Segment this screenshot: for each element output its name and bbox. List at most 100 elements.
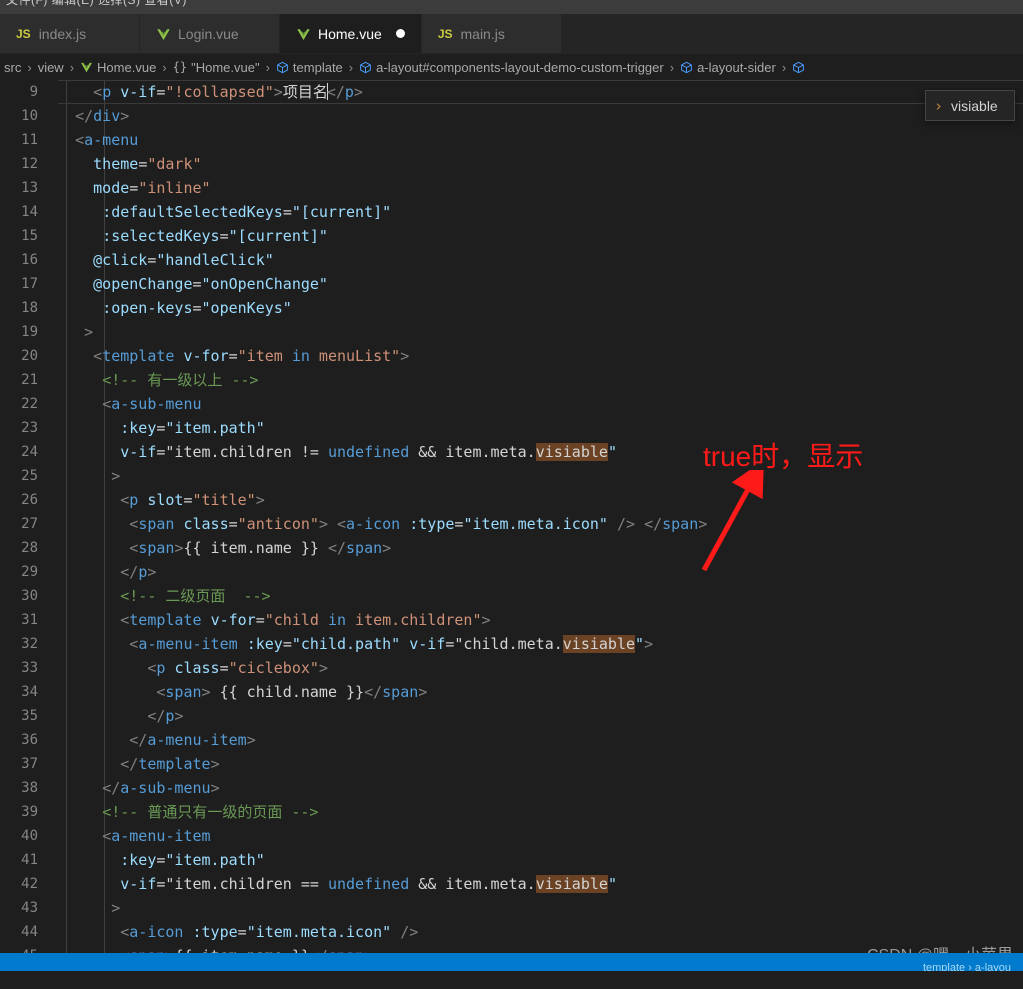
code-text[interactable]: </div> [48, 104, 1023, 128]
code-line[interactable]: 23 :key="item.path" [0, 416, 1023, 440]
code-text[interactable]: v-if="item.children != undefined && item… [48, 440, 1023, 464]
breadcrumb-item-label: a-layout-sider [697, 59, 776, 75]
code-text[interactable]: > [48, 320, 1023, 344]
code-line[interactable]: 14 :defaultSelectedKeys="[current]" [0, 200, 1023, 224]
code-text[interactable]: </a-menu-item> [48, 728, 1023, 752]
code-text[interactable]: <p class="ciclebox"> [48, 656, 1023, 680]
code-text[interactable]: v-if="item.children == undefined && item… [48, 872, 1023, 896]
code-text[interactable]: > [48, 896, 1023, 920]
code-line[interactable]: 13 mode="inline" [0, 176, 1023, 200]
breadcrumb-item-more[interactable] [790, 61, 807, 74]
line-number: 20 [21, 348, 38, 364]
code-line[interactable]: 11 <a-menu [0, 128, 1023, 152]
breadcrumb-item-a-layout-sider[interactable]: a-layout-sider [678, 60, 778, 75]
code-line[interactable]: 44 <a-icon :type="item.meta.icon" /> [0, 920, 1023, 944]
code-text[interactable]: <span>{{ item.name }} </span> [48, 536, 1023, 560]
code-lines[interactable]: 9 <p v-if="!collapsed">项目名</p> 10 </div> 1… [0, 80, 1023, 971]
breadcrumb-item-home-vue[interactable]: {} "Home.vue" [171, 60, 262, 75]
editor-tab-index-js[interactable]: JS index.js [0, 14, 140, 53]
unsaved-changes-dot[interactable] [395, 29, 405, 38]
code-text[interactable]: :open-keys="openKeys" [48, 296, 1023, 320]
breadcrumb-item-a-layout-components-layout-demo-custom-trigger[interactable]: a-layout#components-layout-demo-custom-t… [357, 60, 666, 75]
code-line[interactable]: 43 > [0, 896, 1023, 920]
code-text[interactable]: <!-- 普通只有一级的页面 --> [48, 800, 1023, 824]
code-text[interactable]: <p slot="title"> [48, 488, 1023, 512]
code-line[interactable]: 17 @openChange="onOpenChange" [0, 272, 1023, 296]
code-text[interactable]: </p> [48, 704, 1023, 728]
breadcrumb-item-home-vue[interactable]: Home.vue [78, 60, 158, 75]
code-text[interactable]: mode="inline" [48, 176, 1023, 200]
hover-tooltip-visiable[interactable]: › visiable [925, 90, 1015, 121]
code-text[interactable]: :key="item.path" [48, 848, 1023, 872]
code-line[interactable]: 21 <!-- 有一级以上 --> [0, 368, 1023, 392]
line-number: 16 [21, 252, 38, 268]
code-line[interactable]: 36 </a-menu-item> [0, 728, 1023, 752]
code-text[interactable]: <a-menu-item [48, 824, 1023, 848]
code-line[interactable]: 22 <a-sub-menu [0, 392, 1023, 416]
code-line[interactable]: 28 <span>{{ item.name }} </span> [0, 536, 1023, 560]
code-text[interactable]: <!-- 二级页面 --> [48, 584, 1023, 608]
breadcrumb-item-label: src [4, 59, 22, 75]
code-line[interactable]: 37 </template> [0, 752, 1023, 776]
code-text[interactable]: <p v-if="!collapsed">项目名</p> [48, 80, 1023, 104]
code-line[interactable]: 25 > [0, 464, 1023, 488]
editor-tab-login-vue[interactable]: Login.vue [140, 14, 280, 53]
code-line[interactable]: 10 </div> [0, 104, 1023, 128]
code-line[interactable]: 41 :key="item.path" [0, 848, 1023, 872]
line-number: 39 [21, 804, 38, 820]
code-line[interactable]: 42 v-if="item.children == undefined && i… [0, 872, 1023, 896]
code-editor[interactable]: 9 <p v-if="!collapsed">项目名</p> 10 </div> 1… [0, 80, 1023, 971]
code-text[interactable]: > [48, 464, 1023, 488]
code-line[interactable]: 39 <!-- 普通只有一级的页面 --> [0, 800, 1023, 824]
code-line[interactable]: 30 <!-- 二级页面 --> [0, 584, 1023, 608]
code-text[interactable]: <a-icon :type="item.meta.icon" /> [48, 920, 1023, 944]
code-line[interactable]: 9 <p v-if="!collapsed">项目名</p> [0, 80, 1023, 104]
code-line[interactable]: 15 :selectedKeys="[current]" [0, 224, 1023, 248]
code-text[interactable]: @click="handleClick" [48, 248, 1023, 272]
code-text[interactable]: <span> {{ child.name }}</span> [48, 680, 1023, 704]
code-line[interactable]: 38 </a-sub-menu> [0, 776, 1023, 800]
chevron-right-icon[interactable]: › [928, 97, 951, 115]
code-line[interactable]: 27 <span class="anticon"> <a-icon :type=… [0, 512, 1023, 536]
code-text[interactable]: <a-menu [48, 128, 1023, 152]
line-number: 42 [21, 876, 38, 892]
code-line[interactable]: 40 <a-menu-item [0, 824, 1023, 848]
code-line[interactable]: 20 <template v-for="item in menuList"> [0, 344, 1023, 368]
code-text[interactable]: <template v-for="child in item.children"… [48, 608, 1023, 632]
code-line[interactable]: 29 </p> [0, 560, 1023, 584]
code-line[interactable]: 26 <p slot="title"> [0, 488, 1023, 512]
editor-tab-main-js[interactable]: JS main.js [421, 14, 562, 53]
code-line[interactable]: 12 theme="dark" [0, 152, 1023, 176]
code-line[interactable]: 33 <p class="ciclebox"> [0, 656, 1023, 680]
editor-tab-home-vue[interactable]: Home.vue [280, 14, 422, 53]
code-text[interactable]: :selectedKeys="[current]" [48, 224, 1023, 248]
code-line[interactable]: 19 > [0, 320, 1023, 344]
window-menu-bar[interactable]: 文件(F) 编辑(E) 选择(S) 查看(V) [0, 0, 1023, 14]
code-line[interactable]: 24 v-if="item.children != undefined && i… [0, 440, 1023, 464]
code-text[interactable]: :defaultSelectedKeys="[current]" [48, 200, 1023, 224]
code-text[interactable]: </p> [48, 560, 1023, 584]
code-line[interactable]: 31 <template v-for="child in item.childr… [0, 608, 1023, 632]
code-text[interactable]: <span class="anticon"> <a-icon :type="it… [48, 512, 1023, 536]
code-text[interactable]: theme="dark" [48, 152, 1023, 176]
code-text[interactable]: </template> [48, 752, 1023, 776]
code-line[interactable]: 34 <span> {{ child.name }}</span> [0, 680, 1023, 704]
line-number: 28 [21, 540, 38, 556]
code-line[interactable]: 18 :open-keys="openKeys" [0, 296, 1023, 320]
code-text[interactable]: <!-- 有一级以上 --> [48, 368, 1023, 392]
code-text[interactable]: <a-menu-item :key="child.path" v-if="chi… [48, 632, 1023, 656]
breadcrumb-item-view[interactable]: view [36, 60, 66, 75]
breadcrumb-item-src[interactable]: src [2, 60, 23, 75]
breadcrumb-separator: › [162, 59, 167, 75]
code-line[interactable]: 16 @click="handleClick" [0, 248, 1023, 272]
code-text[interactable]: @openChange="onOpenChange" [48, 272, 1023, 296]
code-text[interactable]: <a-sub-menu [48, 392, 1023, 416]
code-text[interactable]: :key="item.path" [48, 416, 1023, 440]
breadcrumb-separator: › [27, 59, 32, 75]
code-text[interactable]: </a-sub-menu> [48, 776, 1023, 800]
code-line[interactable]: 35 </p> [0, 704, 1023, 728]
status-bar[interactable]: template › a-layou [0, 953, 1023, 971]
breadcrumb-item-template[interactable]: template [274, 60, 345, 75]
code-line[interactable]: 32 <a-menu-item :key="child.path" v-if="… [0, 632, 1023, 656]
code-text[interactable]: <template v-for="item in menuList"> [48, 344, 1023, 368]
